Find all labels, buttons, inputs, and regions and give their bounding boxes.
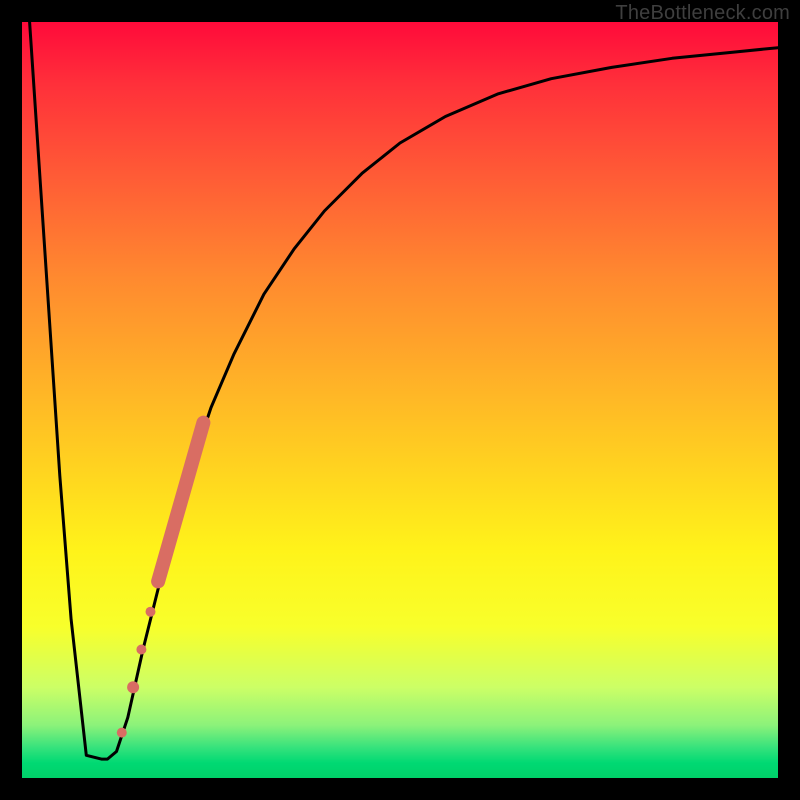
watermark-text: TheBottleneck.com: [615, 2, 790, 25]
marker-dot: [136, 645, 146, 655]
marker-dot: [127, 681, 139, 693]
plot-area: [22, 22, 778, 778]
marker-dot: [117, 728, 127, 738]
curve-layer: [22, 22, 778, 778]
marker-thick-segment: [158, 423, 203, 582]
marker-dot: [146, 607, 156, 617]
chart-frame: TheBottleneck.com: [0, 0, 800, 800]
